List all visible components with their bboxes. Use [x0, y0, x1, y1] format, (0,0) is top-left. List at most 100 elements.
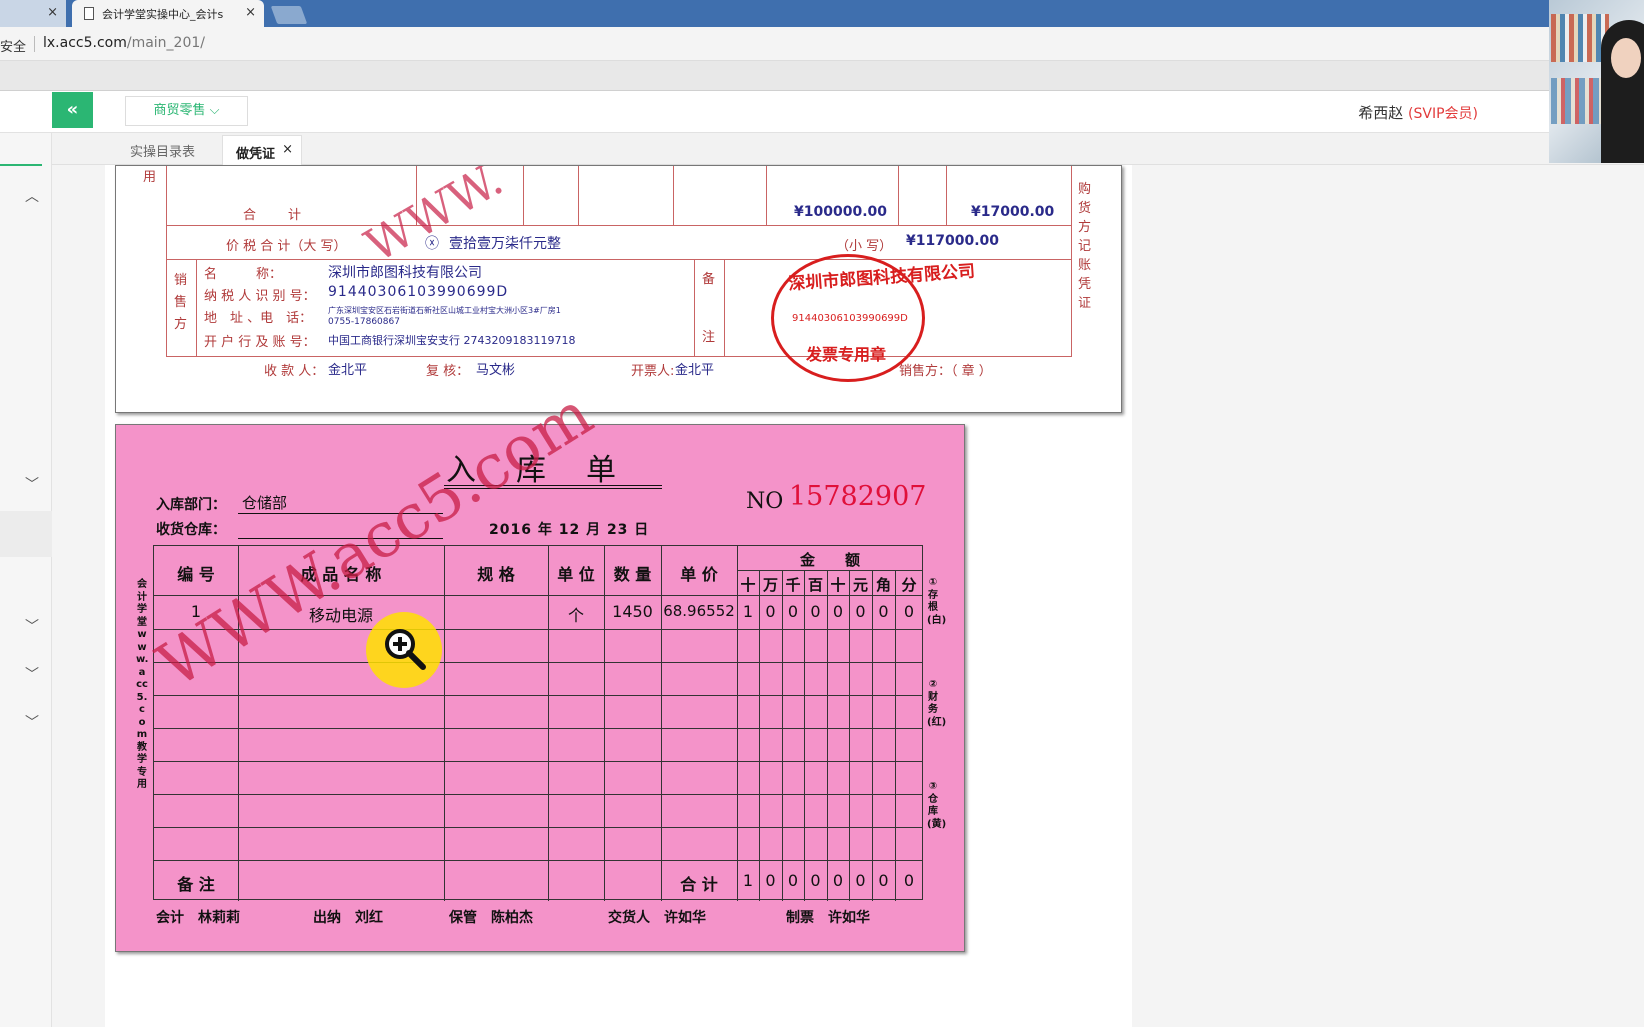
seller-tax-id: 91440306103990699D	[328, 284, 509, 300]
grid-line	[154, 794, 923, 795]
signature-keeper: 保管 陈柏杰	[449, 910, 533, 926]
digit-header: 十	[830, 576, 846, 594]
total-digit: 0	[810, 871, 821, 890]
grid-line	[604, 546, 605, 901]
header-amount: 金 额	[799, 551, 860, 569]
total-tax: ¥17000.00	[971, 204, 1055, 220]
warehouse-label: 收货仓库：	[156, 522, 226, 538]
tab-catalog[interactable]: 实操目录表	[130, 141, 195, 160]
bank-label: 开 户 行 及 账 号：	[204, 335, 316, 350]
url-text[interactable]: lx.acc5.com/main_201/	[43, 35, 205, 51]
row-digit: 0	[855, 602, 866, 621]
copy-note-1: ①存根(白)	[927, 577, 947, 626]
close-icon[interactable]: ×	[245, 5, 256, 20]
document-icon	[84, 7, 94, 20]
bookmarks-bar	[0, 61, 1644, 91]
digit-header: 千	[785, 576, 801, 594]
invoice-frame	[166, 225, 1072, 226]
digit-header: 角	[875, 576, 891, 594]
invoice-frame	[578, 166, 579, 225]
title-underline	[444, 488, 662, 489]
total-digit: 0	[855, 871, 866, 890]
grid-line	[154, 860, 923, 861]
row-unit[interactable]: 个	[548, 602, 604, 626]
chevron-up-icon[interactable]: ︿	[25, 190, 39, 204]
invoice-frame	[1071, 166, 1072, 356]
total-amount: ¥100000.00	[794, 204, 887, 220]
copy-note-2: ②财务(红)	[927, 679, 947, 728]
secure-label: 安全	[0, 40, 27, 55]
row-id[interactable]: 1	[154, 602, 238, 621]
browser-tab-active[interactable]: 会计学堂实操中心_会计s ×	[72, 0, 264, 27]
left-vertical-note: 会计学堂www.acc5.com教学专用	[136, 579, 149, 790]
vat-invoice[interactable]: 用 合 计 ¥100000.00 ¥17000.00 价 税 合 计（大 写） …	[115, 165, 1122, 413]
seller-phone: 0755-17860867	[328, 317, 400, 327]
divider	[34, 36, 35, 52]
zoom-in-icon	[385, 629, 426, 670]
industry-dropdown[interactable]: 商贸零售 ⌵	[125, 96, 248, 126]
total-digit: 0	[832, 871, 844, 890]
row-digit: 0	[832, 602, 844, 621]
seller-address: 广东深圳宝安区石岩街道石新社区山城工业村宝大洲小区3#厂房1	[328, 306, 561, 315]
address-bar[interactable]: 安全 lx.acc5.com/main_201/	[0, 27, 1644, 61]
signature-deliverer: 交货人 许如华	[608, 910, 706, 926]
row-digit: 0	[810, 602, 821, 621]
reviewer: 马文彬	[476, 363, 516, 378]
close-icon[interactable]: ×	[282, 142, 293, 157]
row-digit: 0	[878, 602, 889, 621]
seller-side-label: 销售方	[174, 273, 188, 332]
receipt-date[interactable]: 2016 年 12 月 23 日	[489, 519, 649, 539]
invoice-frame	[766, 166, 767, 225]
close-icon[interactable]: ×	[47, 5, 58, 20]
grid-line	[737, 546, 738, 901]
copy-note-3: ③仓库(黄)	[927, 781, 947, 830]
warehouse-receipt[interactable]: 入库单 入库部门： 仓储部 收货仓库： 2016 年 12 月 23 日 NO …	[115, 424, 965, 952]
sum-label: 价 税 合 计（大 写）	[226, 239, 347, 254]
header-price: 单 价	[680, 565, 718, 584]
dept-underline	[238, 513, 443, 514]
grid-line	[737, 570, 923, 571]
row-price[interactable]: 68.96552	[661, 602, 737, 620]
chevron-down-icon[interactable]: ﹀	[25, 620, 39, 634]
new-tab-button[interactable]	[270, 6, 308, 24]
payee: 金北平	[328, 363, 368, 378]
chevron-down-icon[interactable]: ﹀	[25, 668, 39, 682]
remark-label: 备 注	[177, 875, 215, 894]
user-info[interactable]: 希西赵 (SVIP会员)	[1358, 102, 1478, 123]
row-digit: 1	[742, 602, 754, 621]
payee-label: 收 款 人：	[264, 364, 325, 379]
dept-value[interactable]: 仓储部	[242, 492, 287, 513]
remark-bottom: 注	[702, 330, 716, 345]
digit-header: 万	[762, 576, 778, 594]
header-unit: 单 位	[557, 565, 595, 584]
row-qty[interactable]: 1450	[604, 602, 661, 621]
name-label: 名 称：	[204, 267, 283, 282]
grid-line	[154, 728, 923, 729]
invoice-watermark: WWW.	[356, 165, 512, 273]
receipt-table: 编 号 成 品 名 称 规 格 单 位 数 量 单 价 金 额 十 万 千 百 …	[153, 545, 923, 901]
browser-tab-previous[interactable]: ×	[0, 0, 66, 27]
chevron-down-icon: ⌵	[209, 103, 220, 118]
invoice-frame	[523, 166, 524, 225]
seller-stamp-label: 销售方：（ 章 ）	[899, 364, 992, 379]
header-id: 编 号	[177, 565, 215, 584]
dept-label: 入库部门：	[156, 497, 226, 513]
invoice-seal: 深圳市郎图科技有限公司 91440306103990699D 发票专用章	[771, 254, 976, 382]
chevron-down-icon[interactable]: ﹀	[25, 478, 39, 492]
page-tabs: 实操目录表 做凭证 ×	[52, 133, 1644, 165]
total-label: 合 计	[680, 875, 718, 894]
collapse-sidebar-button[interactable]: «	[52, 92, 93, 128]
total-digit: 0	[878, 871, 889, 890]
sidebar-highlight	[0, 511, 52, 557]
header-qty: 数 量	[613, 565, 652, 584]
total-digit: 0	[787, 871, 799, 890]
invoice-frame	[166, 356, 1072, 357]
total-digit: 0	[903, 871, 915, 890]
seller-name: 深圳市郎图科技有限公司	[328, 265, 482, 281]
receipt-no-label: NO	[746, 489, 784, 514]
tab-voucher[interactable]: 做凭证 ×	[222, 135, 302, 165]
remark-top: 备	[702, 272, 716, 287]
browser-tabbar: × 会计学堂实操中心_会计s ×	[0, 0, 1644, 27]
sum-words: 壹拾壹万柒仟元整	[449, 236, 561, 252]
chevron-down-icon[interactable]: ﹀	[25, 716, 39, 730]
